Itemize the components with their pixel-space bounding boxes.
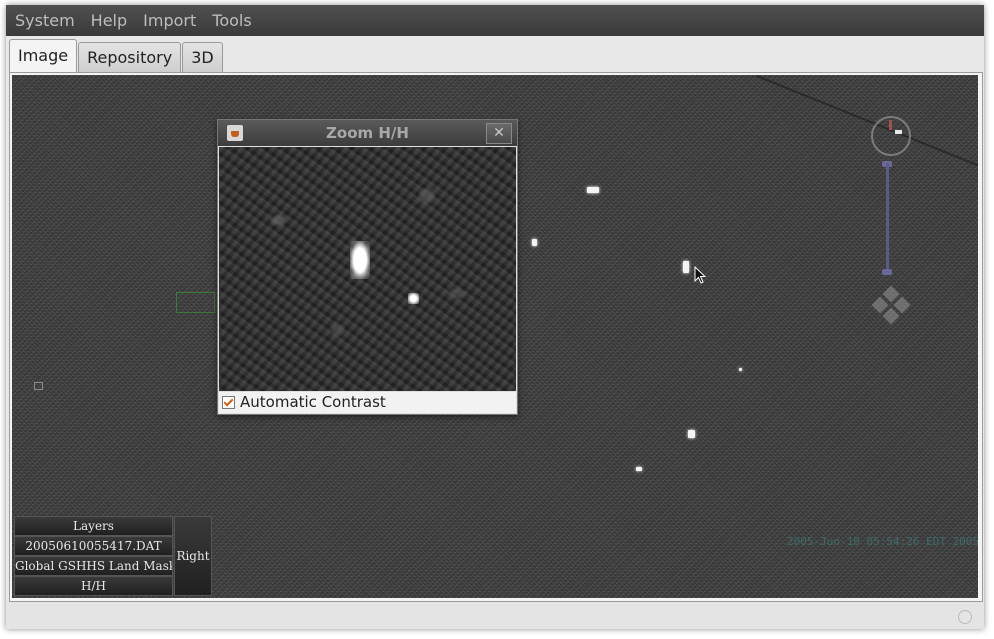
automatic-contrast-label[interactable]: Automatic Contrast — [240, 393, 386, 412]
pan-control-icon[interactable] — [871, 285, 911, 325]
ship-detection[interactable] — [688, 430, 695, 438]
layers-header[interactable]: Layers — [14, 516, 173, 536]
ship-detection[interactable] — [587, 187, 599, 193]
layer-item-land-mask[interactable]: Global GSHHS Land Mask — [14, 556, 173, 576]
zoom-window-title: Zoom H/H — [326, 124, 409, 142]
menu-bar: System Help Import Tools — [6, 5, 984, 36]
tab-3d[interactable]: 3D — [182, 42, 223, 73]
compass-icon[interactable] — [871, 116, 911, 156]
menu-import[interactable]: Import — [135, 5, 204, 36]
ship-detection[interactable] — [636, 467, 642, 471]
zoom-view[interactable] — [219, 147, 516, 391]
image-streak — [756, 75, 978, 190]
zoom-window-titlebar[interactable]: Zoom H/H ✕ — [218, 120, 517, 146]
automatic-contrast-checkbox[interactable] — [222, 396, 235, 409]
zoomed-ship-target — [350, 241, 370, 279]
layers-right-button[interactable]: Right — [174, 516, 212, 596]
zoom-window-footer: Automatic Contrast — [219, 392, 516, 413]
layer-item-polarization[interactable]: H/H — [14, 576, 173, 596]
zoom-window[interactable]: Zoom H/H ✕ Automatic Contrast — [217, 119, 518, 415]
ship-detection[interactable] — [532, 239, 537, 246]
zoomed-secondary-target — [408, 293, 419, 304]
zoom-slider[interactable] — [886, 163, 889, 271]
tab-repository[interactable]: Repository — [78, 42, 182, 73]
zoom-region-marker[interactable] — [176, 292, 215, 313]
compass-needle — [889, 120, 892, 130]
status-circle-icon — [958, 610, 972, 624]
ship-detection[interactable] — [683, 261, 689, 273]
status-bar — [6, 602, 984, 629]
layer-item-data[interactable]: 20050610055417.DAT — [14, 536, 173, 556]
menu-tools[interactable]: Tools — [204, 5, 259, 36]
ship-detection[interactable] — [739, 368, 742, 371]
close-icon[interactable]: ✕ — [486, 123, 512, 144]
java-app-icon — [227, 125, 243, 141]
menu-system[interactable]: System — [6, 5, 83, 36]
mouse-pointer-icon — [694, 266, 707, 284]
zoom-slider-handle[interactable] — [882, 269, 892, 275]
compass-tick — [895, 130, 902, 134]
tab-bar: Image Repository 3D — [9, 39, 224, 73]
small-marker — [34, 382, 43, 390]
menu-help[interactable]: Help — [83, 5, 135, 36]
layers-panel: Layers 20050610055417.DAT Global GSHHS L… — [14, 516, 212, 597]
acquisition-timestamp: 2005-Jun-10 05:54:26 EDT 2005 — [787, 535, 978, 548]
tab-image[interactable]: Image — [9, 39, 78, 73]
